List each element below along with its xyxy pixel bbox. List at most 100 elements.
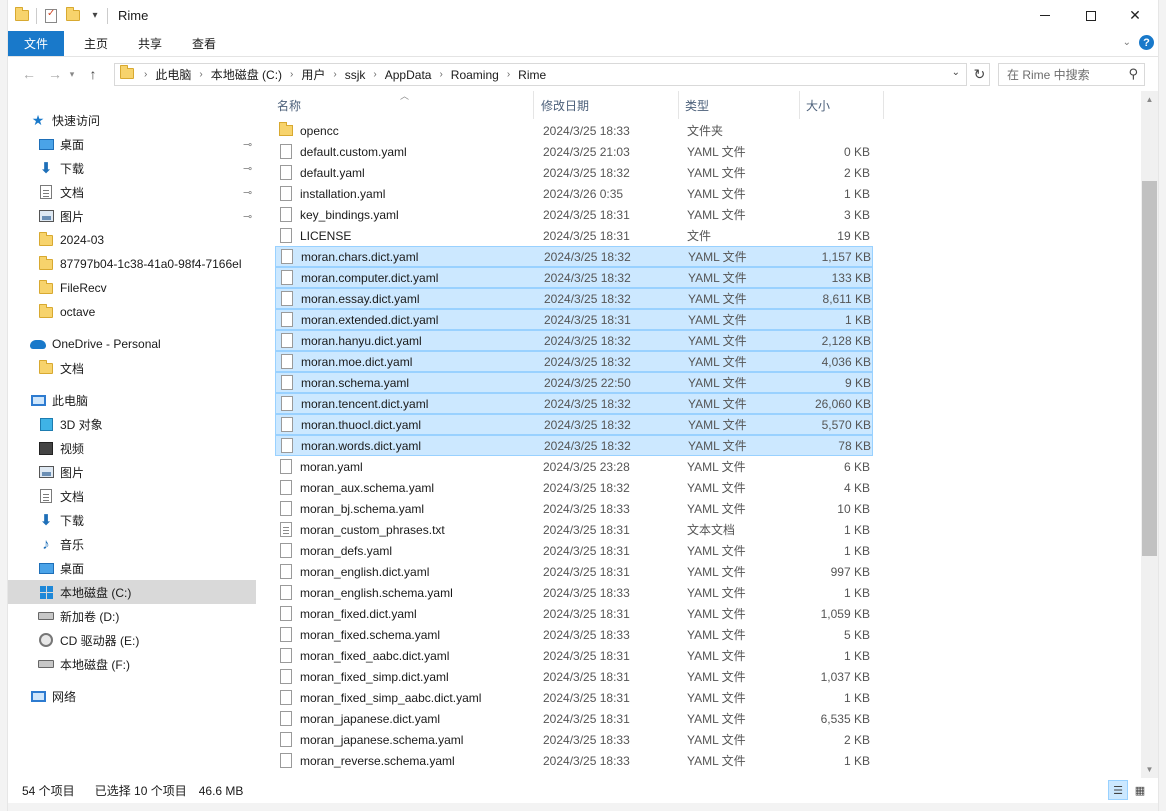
recent-locations-button[interactable]: ▾ bbox=[66, 63, 78, 85]
file-row[interactable]: moran_bj.schema.yaml 2024/3/25 18:33 YAML … bbox=[275, 498, 873, 519]
breadcrumb-separator[interactable]: › bbox=[439, 69, 442, 80]
sidebar-item[interactable]: OneDrive - Personal bbox=[8, 332, 256, 356]
breadcrumb-ssjk[interactable]: ssjk bbox=[345, 68, 366, 82]
column-header-date[interactable]: 修改日期 bbox=[536, 91, 679, 119]
file-row[interactable]: moran.chars.dict.yaml 2024/3/25 18:32 YAML… bbox=[275, 246, 873, 267]
breadcrumb-separator[interactable]: › bbox=[507, 69, 510, 80]
sidebar-item[interactable]: ★ 快速访问 bbox=[8, 108, 256, 132]
file-row[interactable]: default.yaml 2024/3/25 18:32 YAML 文件 2 KB bbox=[275, 162, 873, 183]
file-row[interactable]: moran_aux.schema.yaml 2024/3/25 18:32 YAML… bbox=[275, 477, 873, 498]
file-row[interactable]: moran.thuocl.dict.yaml 2024/3/25 18:32 YAM… bbox=[275, 414, 873, 435]
minimize-button[interactable] bbox=[1022, 0, 1068, 31]
file-row[interactable]: moran.schema.yaml 2024/3/25 22:50 YAML 文件 9… bbox=[275, 372, 873, 393]
refresh-button[interactable]: ↻ bbox=[970, 63, 990, 86]
file-row[interactable]: moran.yaml 2024/3/25 23:28 YAML 文件 6 KB bbox=[275, 456, 873, 477]
forward-button[interactable]: → bbox=[44, 63, 66, 85]
breadcrumb-separator[interactable]: › bbox=[144, 69, 147, 80]
file-row[interactable]: moran.computer.dict.yaml 2024/3/25 18:32 Y… bbox=[275, 267, 873, 288]
sidebar-item[interactable]: 图片 bbox=[8, 460, 256, 484]
breadcrumb-separator[interactable]: › bbox=[333, 69, 336, 80]
tab-view[interactable]: 查看 bbox=[178, 31, 230, 56]
up-button[interactable]: ↑ bbox=[82, 63, 104, 85]
breadcrumb-local-disk-c[interactable]: 本地磁盘 (C:) bbox=[211, 66, 282, 83]
sidebar-item[interactable]: FileRecv bbox=[8, 276, 256, 300]
file-row[interactable]: moran_fixed_aabc.dict.yaml 2024/3/25 18:3… bbox=[275, 645, 873, 666]
column-header-size[interactable]: 大小 bbox=[801, 91, 884, 119]
tab-share[interactable]: 共享 bbox=[124, 31, 176, 56]
sidebar-item[interactable]: 本地磁盘 (F:) bbox=[8, 652, 256, 676]
expand-ribbon-icon[interactable]: ⌄ bbox=[1123, 37, 1131, 48]
sidebar-item[interactable]: 桌面 ⊸ bbox=[8, 132, 256, 156]
file-row[interactable]: moran.tencent.dict.yaml 2024/3/25 18:32 YA… bbox=[275, 393, 873, 414]
sidebar-item[interactable]: 文档 ⊸ bbox=[8, 180, 256, 204]
column-header-type[interactable]: 类型 bbox=[680, 91, 800, 119]
column-header-name[interactable]: 名称 ︿ bbox=[272, 91, 534, 119]
sidebar-item[interactable]: 桌面 bbox=[8, 556, 256, 580]
file-size: 10 KB bbox=[837, 501, 870, 516]
file-row[interactable]: moran_english.dict.yaml 2024/3/25 18:31 YA… bbox=[275, 561, 873, 582]
file-row[interactable]: moran.extended.dict.yaml 2024/3/25 18:31 Y… bbox=[275, 309, 873, 330]
properties-icon[interactable] bbox=[43, 8, 59, 24]
breadcrumb-separator[interactable]: › bbox=[199, 69, 202, 80]
file-row[interactable]: moran.words.dict.yaml 2024/3/25 18:32 YAML… bbox=[275, 435, 873, 456]
breadcrumb-users[interactable]: 用户 bbox=[301, 66, 325, 83]
sidebar-item[interactable]: 网络 bbox=[8, 684, 256, 708]
file-row[interactable]: moran_fixed_simp_aabc.dict.yaml 2024/3/25… bbox=[275, 687, 873, 708]
help-icon[interactable]: ? bbox=[1139, 35, 1154, 50]
breadcrumb-appdata[interactable]: AppData bbox=[385, 68, 432, 82]
sidebar-item[interactable]: 本地磁盘 (C:) bbox=[8, 580, 256, 604]
sidebar-item[interactable]: ⬇ 下载 ⊸ bbox=[8, 156, 256, 180]
file-row[interactable]: moran_japanese.dict.yaml 2024/3/25 18:31 Y… bbox=[275, 708, 873, 729]
file-row[interactable]: moran_fixed.schema.yaml 2024/3/25 18:33 YA… bbox=[275, 624, 873, 645]
breadcrumb-separator[interactable]: › bbox=[290, 69, 293, 80]
sidebar-item[interactable]: 图片 ⊸ bbox=[8, 204, 256, 228]
breadcrumb-roaming[interactable]: Roaming bbox=[451, 68, 499, 82]
tab-file[interactable]: 文件 bbox=[8, 31, 64, 56]
file-row[interactable]: moran.hanyu.dict.yaml 2024/3/25 18:32 YAML… bbox=[275, 330, 873, 351]
file-row[interactable]: moran_fixed.dict.yaml 2024/3/25 18:31 YAML… bbox=[275, 603, 873, 624]
breadcrumb-rime[interactable]: Rime bbox=[518, 68, 546, 82]
details-view-icon[interactable]: ☰ bbox=[1108, 780, 1128, 800]
file-row[interactable]: installation.yaml 2024/3/26 0:35 YAML 文件 1 … bbox=[275, 183, 873, 204]
file-row[interactable]: moran_custom_phrases.txt 2024/3/25 18:31 文… bbox=[275, 519, 873, 540]
scrollbar-thumb[interactable] bbox=[1142, 181, 1157, 556]
scroll-up-icon[interactable]: ▲ bbox=[1141, 91, 1158, 108]
close-button[interactable]: ✕ bbox=[1112, 0, 1158, 31]
file-row[interactable]: moran.moe.dict.yaml 2024/3/25 18:32 YAML 文… bbox=[275, 351, 873, 372]
scroll-down-icon[interactable]: ▼ bbox=[1141, 761, 1158, 778]
file-row[interactable]: moran_reverse.schema.yaml 2024/3/25 18:33… bbox=[275, 750, 873, 771]
sidebar-item[interactable]: CD 驱动器 (E:) bbox=[8, 628, 256, 652]
sidebar-item[interactable]: 视频 bbox=[8, 436, 256, 460]
search-input[interactable]: 在 Rime 中搜索 ⚲ bbox=[998, 63, 1145, 86]
file-row[interactable]: moran_english.schema.yaml 2024/3/25 18:33… bbox=[275, 582, 873, 603]
large-icons-view-icon[interactable]: ▦ bbox=[1130, 780, 1150, 800]
customize-toolbar-chevron-icon[interactable]: ▾ bbox=[87, 8, 103, 24]
file-row[interactable]: opencc 2024/3/25 18:33 文件夹 bbox=[275, 120, 873, 141]
file-row[interactable]: moran_japanese.schema.yaml 2024/3/25 18:3… bbox=[275, 729, 873, 750]
tab-home[interactable]: 主页 bbox=[70, 31, 122, 56]
file-row[interactable]: moran_fixed_simp.dict.yaml 2024/3/25 18:3… bbox=[275, 666, 873, 687]
back-button[interactable]: ← bbox=[18, 63, 40, 85]
sidebar-item[interactable]: ⬇ 下载 bbox=[8, 508, 256, 532]
vertical-scrollbar[interactable]: ▲ ▼ bbox=[1141, 91, 1158, 778]
maximize-button[interactable] bbox=[1068, 0, 1114, 31]
sidebar-item[interactable]: 3D 对象 bbox=[8, 412, 256, 436]
sidebar-item[interactable]: 新加卷 (D:) bbox=[8, 604, 256, 628]
file-row[interactable]: key_bindings.yaml 2024/3/25 18:31 YAML 文件 3… bbox=[275, 204, 873, 225]
address-dropdown-icon[interactable]: ⌄ bbox=[952, 67, 960, 78]
sidebar-item[interactable]: ♪ 音乐 bbox=[8, 532, 256, 556]
file-row[interactable]: default.custom.yaml 2024/3/25 21:03 YAML 文… bbox=[275, 141, 873, 162]
sidebar-item[interactable]: 87797b04-1c38-41a0-98f4-7166el bbox=[8, 252, 256, 276]
new-folder-icon[interactable] bbox=[65, 7, 81, 24]
sidebar-item[interactable]: octave bbox=[8, 300, 256, 324]
sidebar-item[interactable]: 文档 bbox=[8, 356, 256, 380]
breadcrumb-separator[interactable]: › bbox=[373, 69, 376, 80]
address-bar[interactable]: › 此电脑 › 本地磁盘 (C:) › 用户 › ssjk › AppData … bbox=[114, 63, 967, 86]
breadcrumb-this-pc[interactable]: 此电脑 bbox=[155, 66, 191, 83]
sidebar-item[interactable]: 文档 bbox=[8, 484, 256, 508]
sidebar-item[interactable]: 2024-03 bbox=[8, 228, 256, 252]
sidebar-item[interactable]: 此电脑 bbox=[8, 388, 256, 412]
file-row[interactable]: LICENSE 2024/3/25 18:31 文件 19 KB bbox=[275, 225, 873, 246]
file-row[interactable]: moran_defs.yaml 2024/3/25 18:31 YAML 文件 1 K… bbox=[275, 540, 873, 561]
file-row[interactable]: moran.essay.dict.yaml 2024/3/25 18:32 YAML… bbox=[275, 288, 873, 309]
